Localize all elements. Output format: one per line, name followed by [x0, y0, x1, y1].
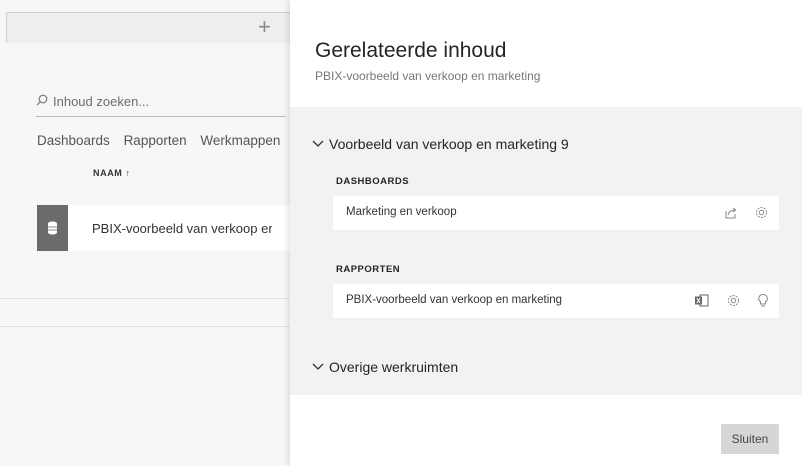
tab-reports[interactable]: Rapporten — [124, 133, 187, 148]
dashboard-item-actions — [711, 205, 769, 221]
dashboard-item[interactable]: Marketing en verkoop — [333, 196, 779, 230]
workspace-section-toggle[interactable]: Voorbeeld van verkoop en marketing 9 — [312, 136, 569, 152]
divider — [0, 298, 290, 299]
report-item-name: PBIX-voorbeeld van verkoop en marketing — [346, 294, 563, 306]
lightbulb-icon[interactable] — [757, 293, 769, 308]
search-input[interactable]: Inhoud zoeken... — [36, 90, 286, 117]
list-item-name: PBIX-voorbeeld van verkoop en marketing — [92, 221, 272, 236]
name-column-header[interactable]: NAAM ↑ — [93, 168, 131, 178]
search-icon — [36, 94, 48, 106]
dashboards-heading: DASHBOARDS — [336, 176, 410, 187]
tab-dashboards[interactable]: Dashboards — [37, 133, 110, 148]
panel-title: Gerelateerde inhoud — [315, 39, 507, 62]
search-placeholder: Inhoud zoeken... — [53, 94, 150, 109]
chevron-down-icon — [312, 363, 324, 370]
other-workspaces-label: Overige werkruimten — [329, 359, 459, 375]
report-item-actions — [682, 293, 769, 309]
gear-icon[interactable] — [754, 205, 769, 220]
other-workspaces-toggle[interactable]: Overige werkruimten — [312, 359, 458, 375]
excel-icon[interactable] — [694, 293, 709, 308]
workspace-section-label: Voorbeeld van verkoop en marketing 9 — [329, 136, 569, 152]
close-button[interactable]: Sluiten — [721, 424, 779, 454]
gear-icon[interactable] — [726, 293, 741, 308]
content-list-pane: + Inhoud zoeken... Dashboards Rapporten … — [0, 0, 291, 466]
header-strip — [6, 12, 291, 43]
related-content-panel: Gerelateerde inhoud PBIX-voorbeeld van v… — [290, 0, 802, 466]
chevron-down-icon — [312, 140, 324, 147]
plus-icon[interactable]: + — [258, 16, 271, 38]
share-icon[interactable] — [723, 205, 738, 220]
related-content-body: Voorbeeld van verkoop en marketing 9 DAS… — [290, 107, 802, 395]
report-item[interactable]: PBIX-voorbeeld van verkoop en marketing — [333, 284, 779, 318]
divider — [0, 326, 290, 327]
content-tabs: Dashboards Rapporten Werkmappen — [37, 133, 290, 148]
reports-heading: RAPPORTEN — [336, 264, 401, 275]
dashboard-item-name: Marketing en verkoop — [346, 206, 457, 218]
dataset-tile — [37, 205, 68, 251]
list-item[interactable]: PBIX-voorbeeld van verkoop en marketing — [37, 205, 290, 251]
tab-workbooks[interactable]: Werkmappen — [200, 133, 280, 148]
panel-subtitle: PBIX-voorbeeld van verkoop en marketing — [315, 69, 541, 83]
database-icon — [48, 221, 57, 235]
